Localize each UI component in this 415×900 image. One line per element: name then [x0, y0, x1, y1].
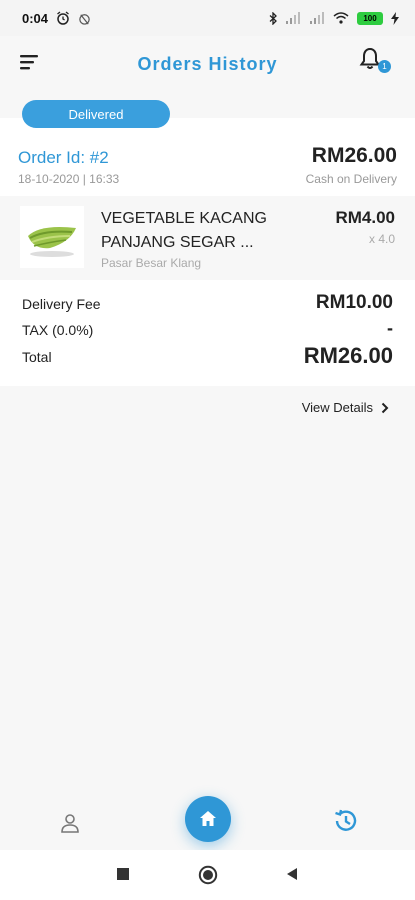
item-shop: Pasar Besar Klang: [101, 256, 202, 270]
chevron-right-icon: [381, 402, 389, 413]
total-value: RM26.00: [303, 343, 393, 368]
status-time: 0:04: [22, 10, 49, 26]
battery-icon: 100: [357, 11, 383, 25]
tax-label: TAX (0.0%): [22, 322, 94, 338]
payment-method: Cash on Delivery: [305, 172, 397, 186]
order-id: Order Id: #2: [18, 148, 109, 167]
tax-value: -: [387, 318, 393, 338]
total-label: Total: [22, 349, 52, 365]
notification-badge: 1: [378, 60, 391, 73]
alarm-off-icon: [79, 13, 90, 25]
order-card[interactable]: Order Id: #2 18-10-2020 | 16:33 RM26.00 …: [0, 118, 415, 386]
back-icon[interactable]: [285, 867, 299, 886]
item-name: VEGETABLE KACANG PANJANG SEGAR ...: [101, 210, 267, 251]
delivery-fee-label: Delivery Fee: [22, 296, 101, 312]
menu-icon[interactable]: [18, 52, 42, 74]
view-details-link[interactable]: View Details: [302, 400, 389, 415]
home-icon: [200, 811, 216, 826]
status-badge: Delivered: [22, 100, 170, 128]
page-title: Orders History: [137, 53, 278, 74]
bottom-nav: [0, 792, 415, 850]
order-total: RM26.00: [311, 144, 397, 167]
wifi-icon: [333, 12, 349, 24]
home-system-icon[interactable]: [198, 865, 218, 890]
item-price: RM4.00: [335, 208, 395, 227]
status-bar: 0:04 100: [0, 0, 415, 36]
alarm-icon: [57, 11, 69, 25]
system-nav-bar: [0, 850, 415, 900]
charging-icon: [391, 11, 399, 25]
signal-icon: [286, 12, 300, 24]
order-summary: Delivery Fee RM10.00 TAX (0.0%) - Total …: [0, 290, 415, 380]
order-date: 18-10-2020 | 16:33: [18, 172, 120, 186]
item-quantity: x 4.0: [368, 232, 395, 246]
view-details-label: View Details: [301, 400, 373, 415]
product-image: [20, 206, 84, 268]
order-item[interactable]: VEGETABLE KACANG PANJANG SEGAR ... Pasar…: [0, 196, 415, 280]
delivery-fee-value: RM10.00: [315, 292, 393, 313]
home-button[interactable]: [185, 796, 231, 842]
notification-button[interactable]: 1: [357, 46, 391, 76]
app-header: Orders History 1: [0, 36, 415, 92]
history-icon[interactable]: [332, 807, 360, 835]
recent-apps-icon[interactable]: [116, 867, 130, 886]
order-header: Order Id: #2 18-10-2020 | 16:33 RM26.00 …: [0, 144, 415, 190]
bluetooth-icon: [269, 11, 277, 25]
signal-icon-2: [310, 12, 324, 24]
profile-icon[interactable]: [59, 812, 81, 834]
